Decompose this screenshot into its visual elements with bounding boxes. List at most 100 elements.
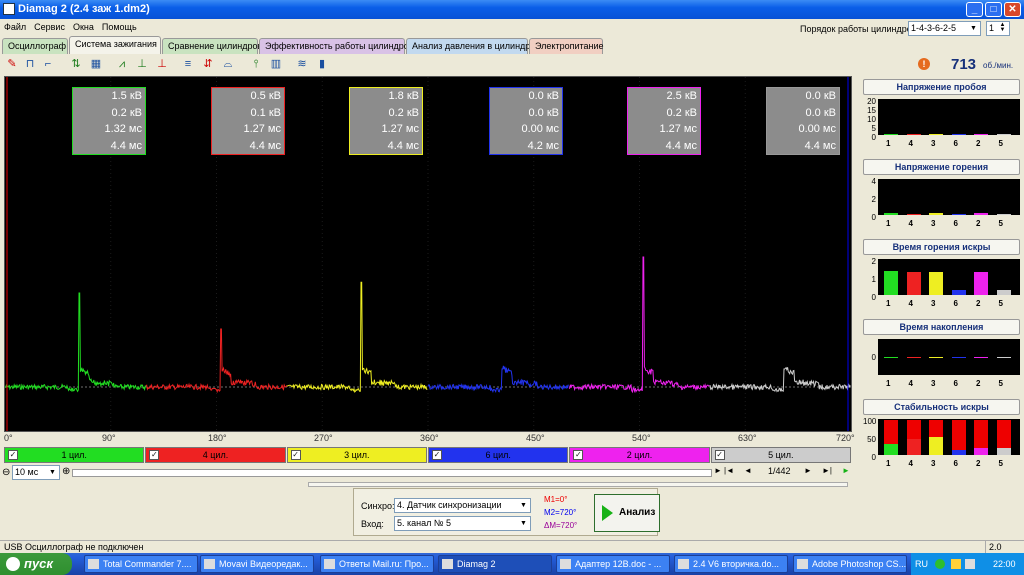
cylinder-count-spinner[interactable]: 1 ▲ ▼ [986, 21, 1010, 36]
panel-title[interactable]: Стабильность искры [863, 399, 1020, 415]
panel-bar [996, 447, 1011, 455]
cursor-icon[interactable]: ⊥ [134, 57, 150, 72]
sync-value: 4. Датчик синхронизации [397, 500, 502, 510]
close-button[interactable]: ✕ [1004, 2, 1021, 17]
prev-page-icon[interactable]: ◄ [744, 466, 752, 475]
tab-3[interactable]: Сравнение цилиндров [162, 38, 262, 54]
pulse-icon[interactable]: ⊓ [22, 57, 38, 72]
start-button[interactable]: пуск [0, 553, 72, 575]
panel-title[interactable]: Напряжение горения [863, 159, 1020, 175]
minimize-button[interactable]: _ [966, 2, 983, 17]
zoom-in-icon[interactable]: ⊕ [62, 466, 70, 477]
sync-select[interactable]: 4. Датчик синхронизации ▼ [394, 498, 531, 513]
loop-icon[interactable]: ⌓ [220, 57, 236, 72]
bars-icon[interactable]: ▥ [268, 57, 284, 72]
tab-1[interactable]: Осциллограф [2, 38, 68, 54]
rpm-value: 713 [951, 56, 977, 73]
maximize-button[interactable]: □ [985, 2, 1002, 17]
taskbar-item[interactable]: Total Commander 7.... [84, 555, 198, 573]
panel-chart [878, 339, 1020, 375]
wave-icon[interactable]: ⩘ [114, 57, 130, 72]
checkbox-icon[interactable]: ✓ [149, 450, 160, 460]
oscilloscope-view[interactable]: 1.5 кВ 0.2 кВ 1.32 мс 4.4 мс 0.5 кВ 0.1 кВ 1.2… [4, 76, 852, 432]
stack-icon[interactable]: ≋ [294, 57, 310, 72]
cylinder-toggle[interactable]: ✓ 3 цил. [286, 447, 427, 463]
taskbar-item[interactable]: Adobe Photoshop CS... [793, 555, 907, 573]
taskbar-item[interactable]: 2.4 V6 вторичка.do... [674, 555, 788, 573]
stats-panel: Стабильность искры 100 50 0 1 4 3 6 2 5 [862, 399, 1021, 476]
splitter-handle[interactable] [308, 482, 848, 487]
volume-icon[interactable] [951, 559, 961, 569]
taskbar-item-label: Movavi Видеоредак... [219, 559, 308, 569]
cylinder-toggle[interactable]: ✓ 5 цил. [710, 447, 851, 463]
cylinder-toggle[interactable]: ✓ 6 цил. [428, 447, 569, 463]
panel-title[interactable]: Время горения искры [863, 239, 1020, 255]
cylinder-toggle[interactable]: ✓ 1 цил. [4, 447, 145, 463]
menu-service[interactable]: Сервис [34, 22, 65, 32]
menu-windows[interactable]: Окна [73, 22, 94, 32]
taskbar-item[interactable]: Ответы Mail.ru: Про... [320, 555, 434, 573]
marker-m2: M2=720° [544, 508, 577, 517]
cylinder-label: 5 цил. [768, 450, 794, 460]
menu-help[interactable]: Помощь [102, 22, 137, 32]
cursor-red-icon[interactable]: ⊥ [154, 57, 170, 72]
sync-icon[interactable]: ⇅ [68, 57, 84, 72]
panel-bar [929, 272, 943, 295]
checkbox-icon[interactable]: ✓ [290, 450, 301, 460]
taskbar-item[interactable]: Diamag 2 [438, 555, 552, 573]
chevron-down-icon: ▼ [520, 520, 527, 527]
cylinder-label: 2 цил. [626, 450, 653, 460]
x-tick-label: 3 [931, 459, 936, 468]
panel-bar [929, 134, 943, 135]
taskbar-item[interactable]: Адаптер 12В.doc - ... [556, 555, 670, 573]
cylinder-order-select[interactable]: 1-4-3-6-2-5 ▼ [908, 21, 981, 36]
title-bar: Diamag 2 (2.4 заж 1.dm2) _ □ ✕ [0, 0, 1024, 19]
step-icon[interactable]: ⌐ [40, 57, 56, 72]
panel-title[interactable]: Напряжение пробоя [863, 79, 1020, 95]
arrows-icon[interactable]: ⇵ [200, 57, 216, 72]
analyze-button[interactable]: Анализ [594, 494, 660, 532]
value-line: 1.27 мс [243, 123, 281, 135]
play-icon [602, 505, 613, 521]
page-counter: 1/442 [768, 466, 791, 476]
scroll-right-icon[interactable]: ► [714, 466, 722, 475]
graph-icon[interactable]: ⫯ [248, 57, 264, 72]
language-indicator[interactable]: RU [915, 553, 928, 575]
first-page-icon[interactable]: |◄ [724, 466, 734, 475]
windows-logo-icon [6, 557, 20, 571]
panel-bar [951, 289, 966, 295]
panel-bar [996, 134, 1011, 135]
horizontal-scrollbar[interactable] [72, 469, 712, 477]
cylinder-toggle[interactable]: ✓ 2 цил. [569, 447, 710, 463]
timebase-select[interactable]: 10 мс ▼ [12, 465, 60, 480]
x-tick-label: 5 [998, 139, 1003, 148]
tab-4[interactable]: Эффективность работы цилиндров [259, 38, 414, 54]
panel-bar [884, 134, 898, 135]
value-box: 0.0 кВ 0.0 кВ 0.00 мс 4.2 мс [489, 87, 563, 155]
input-select[interactable]: 5. канал № 5 ▼ [394, 516, 531, 531]
zoom-out-icon[interactable]: ⊖ [2, 467, 10, 478]
clock: 22:00 [993, 559, 1016, 569]
checkbox-icon[interactable]: ✓ [8, 450, 18, 460]
histogram-icon[interactable]: ▮ [314, 57, 330, 72]
checkbox-icon[interactable]: ✓ [714, 450, 725, 460]
lines-icon[interactable]: ≡ [180, 57, 196, 72]
checkbox-icon[interactable]: ✓ [573, 450, 584, 460]
tab-2[interactable]: Система зажигания [69, 36, 161, 54]
menu-file[interactable]: Файл [4, 22, 26, 32]
next-page-icon[interactable]: ► [804, 466, 812, 475]
last-page-icon[interactable]: ►| [822, 466, 832, 475]
tab-6[interactable]: Электропитание [529, 38, 604, 54]
tray-app-icon[interactable] [965, 559, 975, 569]
panel-bar [906, 134, 921, 135]
network-icon[interactable] [935, 559, 945, 569]
play-icon[interactable]: ► [842, 466, 850, 475]
checkbox-icon[interactable]: ✓ [432, 450, 442, 460]
cylinder-toggle[interactable]: ✓ 4 цил. [145, 447, 286, 463]
panel-title[interactable]: Время накопления [863, 319, 1020, 335]
taskbar-item[interactable]: Movavi Видеоредак... [200, 555, 314, 573]
x-tick-label: 5 [998, 459, 1003, 468]
marker-icon[interactable]: ✎ [4, 57, 20, 72]
tab-5[interactable]: Анализ давления в цилиндре [406, 38, 535, 54]
capture-icon[interactable]: ▦ [88, 57, 104, 72]
